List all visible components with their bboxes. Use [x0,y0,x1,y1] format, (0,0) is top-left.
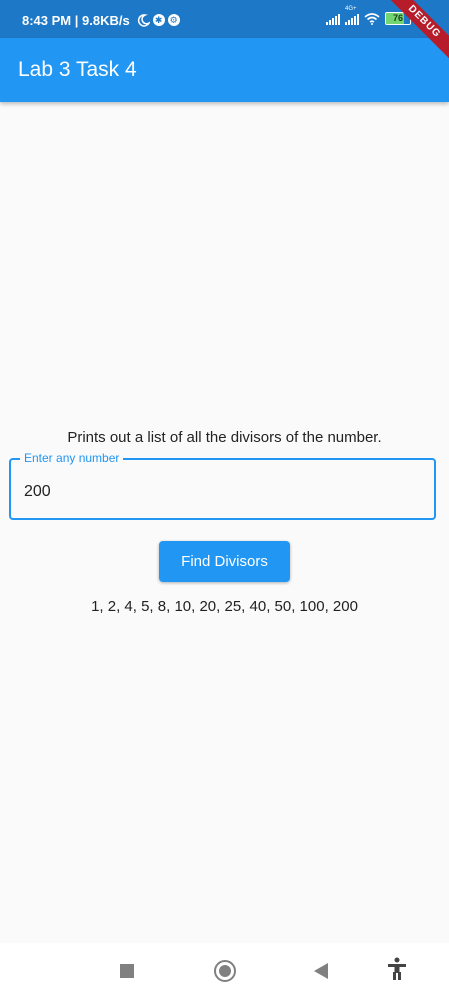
app-notification-icon: ✱ [152,14,165,26]
status-notification-icons: ✱ ⚙ [137,14,180,27]
signal-icon [326,13,340,25]
status-left: 8:43 PM | 9.8KB/s ✱ ⚙ [22,13,180,28]
back-icon[interactable] [314,963,328,979]
status-time-speed: 8:43 PM | 9.8KB/s [22,13,130,28]
navigation-bar [0,943,449,999]
page-title: Lab 3 Task 4 [18,58,137,81]
status-bar: 8:43 PM | 9.8KB/s ✱ ⚙ 4G+ 76 [0,0,449,38]
network-type-label: 4G+ [345,5,357,12]
description-text: Prints out a list of all the divisors of… [67,429,382,446]
settings-notification-icon: ⚙ [167,14,180,26]
number-field[interactable]: Enter any number 200 [9,451,436,520]
find-divisors-button[interactable]: Find Divisors [159,541,290,582]
signal-4g-icon: 4G+ [345,6,359,25]
moon-icon [137,14,150,27]
status-right: 4G+ 76 [326,6,414,25]
wifi-icon [364,12,380,25]
accessibility-icon[interactable] [386,957,408,981]
app-bar: Lab 3 Task 4 [0,38,449,102]
recents-icon[interactable] [120,964,134,978]
battery-level: 76 [392,13,403,23]
home-icon[interactable] [214,960,236,982]
divisors-result: 1, 2, 4, 5, 8, 10, 20, 25, 40, 50, 100, … [91,598,358,615]
number-field-value[interactable]: 200 [24,483,51,501]
number-field-label: Enter any number [20,451,124,465]
